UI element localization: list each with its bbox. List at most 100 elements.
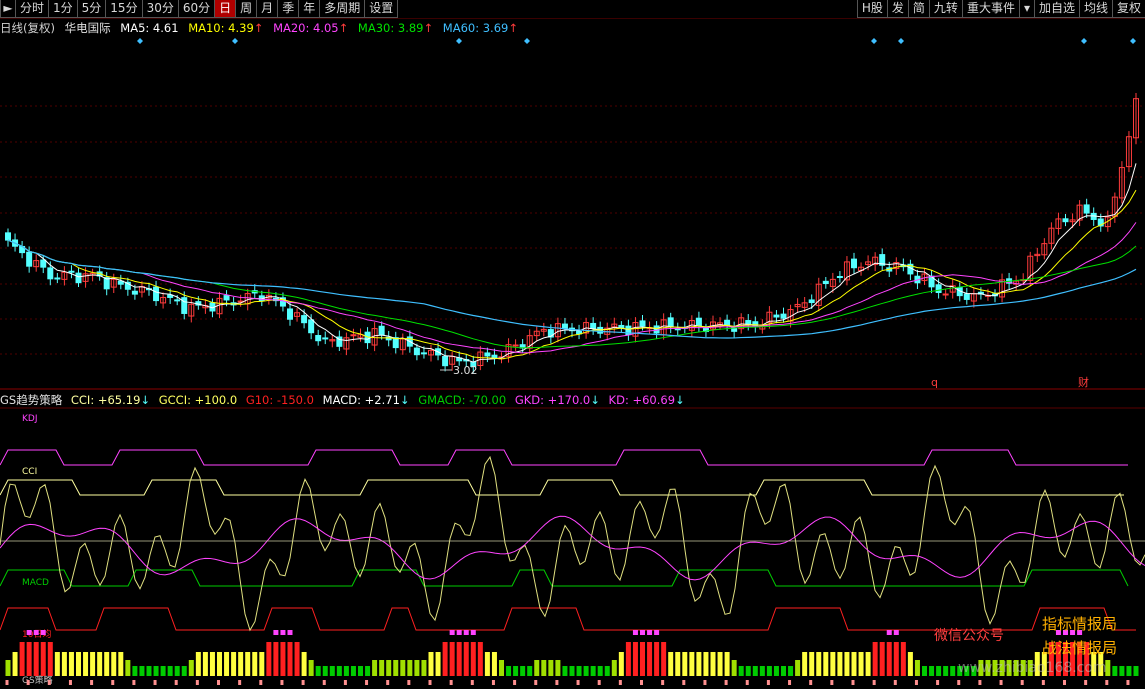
gs-bar-112 — [795, 660, 801, 676]
gs-bar-160 — [1133, 666, 1139, 676]
gs-bar-127 — [900, 642, 906, 676]
watermark-url: www.zhibiao168.com — [958, 660, 1107, 676]
macd-value: MACD: +2.71↓ — [323, 393, 410, 407]
gs-bar-66 — [470, 642, 476, 676]
gs-bar-131 — [929, 666, 935, 676]
kd-value: KD: +60.69↓ — [609, 393, 685, 407]
gs-top-dot-64 — [456, 630, 462, 635]
gs-bottom-tick-108 — [766, 680, 770, 685]
gs-bottom-tick-96 — [682, 680, 686, 685]
candle-body-45 — [322, 337, 329, 340]
candle-body-59 — [420, 352, 427, 355]
gs-bottom-tick-0 — [5, 680, 9, 685]
gs-bar-124 — [879, 642, 885, 676]
candle-body-62 — [442, 356, 449, 367]
gs-top-dot-38 — [273, 630, 279, 635]
gs-bar-101 — [717, 652, 723, 676]
gs-bar-22 — [160, 666, 166, 676]
gs-bar-75 — [534, 660, 540, 676]
gs-bar-42 — [301, 652, 307, 676]
gs-bottom-tick-9 — [68, 680, 72, 685]
candle-body-150 — [1062, 218, 1069, 223]
candle-body-18 — [131, 290, 138, 295]
gs-bottom-tick-90 — [640, 680, 643, 685]
gs-bottom-tick-156 — [1105, 680, 1109, 685]
gs-bottom-tick-21 — [153, 680, 157, 685]
gs-bottom-tick-24 — [174, 680, 178, 685]
gs-bar-25 — [181, 666, 187, 676]
gs-bottom-tick-54 — [386, 680, 390, 685]
gs-bar-56 — [400, 660, 406, 676]
gs-bar-45 — [322, 666, 328, 676]
candle-body-110 — [780, 313, 787, 319]
candle-body-132 — [935, 284, 942, 293]
watermark-brand-1: 指标情报局 — [1042, 615, 1118, 633]
gs-bottom-tick-39 — [280, 680, 284, 685]
gs-bottom-tick-99 — [703, 680, 707, 685]
gs-bar-12 — [90, 652, 96, 676]
gs-bar-80 — [569, 666, 575, 676]
candle-body-5 — [40, 259, 47, 268]
macd-text: MACD: +2.71 — [322, 393, 400, 407]
gs-bottom-tick-72 — [513, 680, 517, 685]
gs-bottom-tick-144 — [1020, 680, 1024, 685]
gs-bar-83 — [590, 666, 596, 676]
gs-bar-123 — [872, 642, 878, 676]
gs-bar-73 — [520, 666, 526, 676]
down-arrow-icon: ↓ — [140, 393, 151, 407]
candle-body-10 — [75, 272, 82, 284]
gs-bar-100 — [710, 652, 716, 676]
gs-bar-119 — [844, 652, 850, 676]
down-arrow-icon: ↓ — [675, 393, 685, 407]
gs-bar-21 — [153, 666, 159, 676]
candle-body-116 — [822, 280, 829, 285]
gs-bar-63 — [449, 642, 455, 676]
gs-bar-5 — [40, 642, 46, 676]
gs-bar-43 — [308, 660, 314, 676]
candle-body-43 — [308, 319, 315, 334]
indicator-name: GS趋势策略 — [0, 393, 63, 407]
cci-value: CCI: +65.19↓ — [71, 393, 150, 407]
gs-bar-23 — [167, 666, 173, 676]
candle-body-31 — [223, 295, 230, 301]
candle-body-136 — [963, 293, 970, 300]
gs-bar-157 — [1112, 666, 1118, 676]
candle-body-118 — [836, 276, 843, 279]
gs-bar-107 — [759, 666, 765, 676]
gs-bar-53 — [379, 660, 385, 676]
gs-bar-125 — [886, 642, 892, 676]
gs-bottom-tick-66 — [470, 680, 474, 685]
gs-bar-90 — [640, 642, 645, 676]
kd-text: KD: +60.69 — [608, 393, 676, 407]
gs-bar-61 — [435, 652, 441, 676]
event-diamond-icon-3 — [524, 38, 530, 44]
gs-bar-98 — [696, 652, 702, 676]
kline-chart[interactable]: 3.02q财KDJCCIMACD10日均GS策略 — [0, 0, 1145, 689]
gs-bar-24 — [174, 666, 180, 676]
gs-bottom-tick-132 — [936, 680, 940, 685]
candle-body-90 — [639, 320, 646, 327]
gs-top-dot-3 — [26, 630, 32, 635]
gs-bottom-tick-3 — [26, 680, 30, 685]
gs-bar-159 — [1126, 666, 1132, 676]
gs-bottom-tick-48 — [343, 680, 347, 685]
macd-label: MACD — [22, 578, 49, 588]
gs-bar-102 — [724, 652, 730, 676]
gs-bottom-tick-45 — [322, 680, 326, 685]
gs-bar-34 — [245, 652, 251, 676]
gs-bottom-tick-75 — [534, 680, 538, 685]
gs-bar-86 — [611, 660, 617, 676]
gs-bottom-tick-57 — [407, 680, 411, 685]
candle-body-153 — [1083, 204, 1090, 214]
gs-bar-84 — [597, 666, 603, 676]
gs-bar-93 — [661, 642, 667, 676]
gs-bar-39 — [280, 642, 286, 676]
gs-bar-58 — [414, 660, 420, 676]
gs-bar-108 — [766, 666, 772, 676]
candle-body-120 — [851, 258, 857, 269]
gs-bar-2 — [19, 642, 25, 676]
gs-bottom-tick-114 — [809, 680, 813, 685]
candle-body-0 — [5, 232, 11, 241]
gs-bar-28 — [202, 652, 208, 676]
gs-top-dot-5 — [40, 630, 46, 635]
